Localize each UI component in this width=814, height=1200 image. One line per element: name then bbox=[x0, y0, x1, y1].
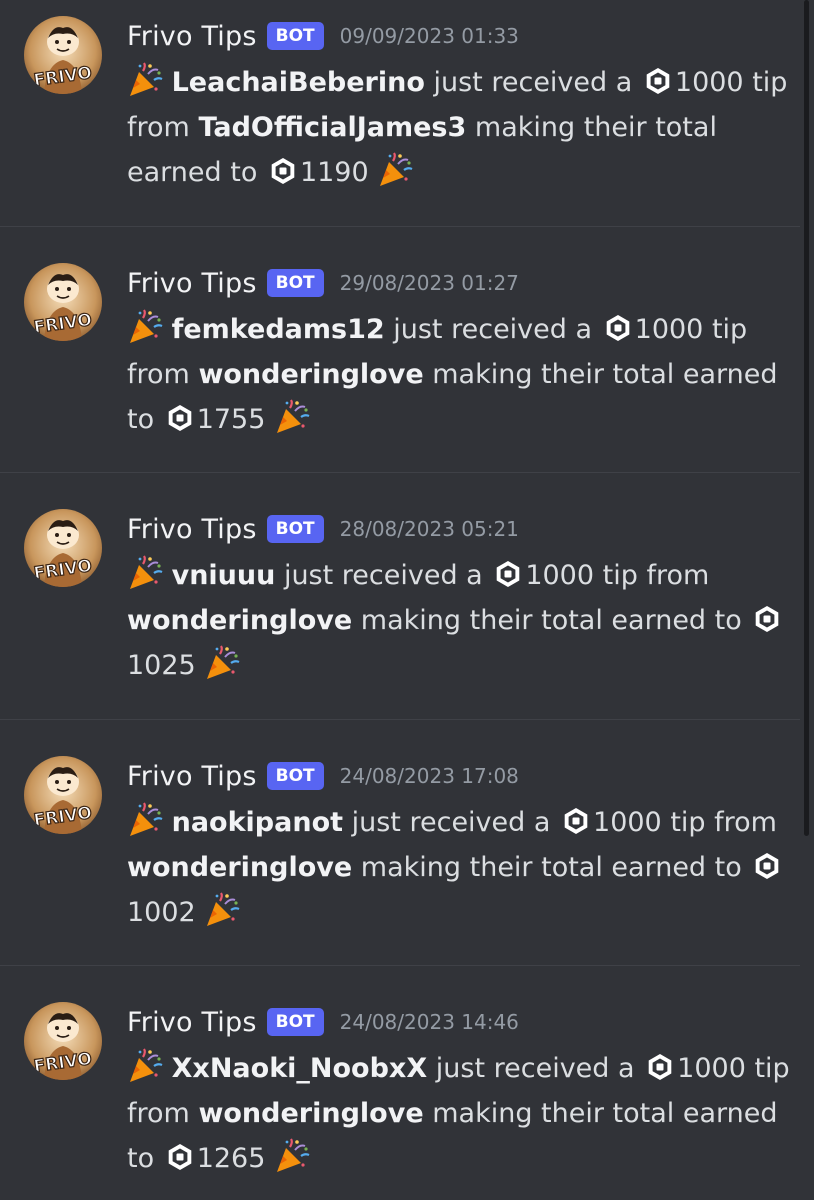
message-content: naokipanot just received a 1000 tip from… bbox=[127, 800, 797, 935]
message-content: vniuuu just received a 1000 tip from won… bbox=[127, 553, 797, 688]
sender-name: wonderinglove bbox=[198, 359, 424, 390]
recipient-name: femkedams12 bbox=[171, 314, 385, 345]
message-divider bbox=[0, 472, 800, 473]
sender-name: wonderinglove bbox=[127, 852, 353, 883]
author-name[interactable]: Frivo Tips bbox=[127, 1007, 257, 1038]
author-name[interactable]: Frivo Tips bbox=[127, 761, 257, 792]
scrollbar[interactable] bbox=[804, 0, 809, 836]
total-amount: 1002 bbox=[127, 897, 196, 928]
frivo-avatar-icon[interactable]: FRIVO bbox=[24, 16, 102, 94]
recipient-name: naokipanot bbox=[171, 807, 344, 838]
bot-tag: BOT bbox=[266, 1008, 324, 1036]
tip-amount: 1000 bbox=[593, 807, 662, 838]
author-name[interactable]: Frivo Tips bbox=[127, 514, 257, 545]
robux-icon bbox=[645, 1051, 675, 1081]
frivo-avatar-icon[interactable]: FRIVO bbox=[24, 756, 102, 834]
recipient-name: XxNaoki_NoobxX bbox=[171, 1053, 428, 1084]
message-content: femkedams12 just received a 1000 tip fro… bbox=[127, 307, 797, 442]
tip-from-text: tip from bbox=[670, 807, 777, 838]
party-popper-icon bbox=[127, 555, 163, 591]
received-text: just received a bbox=[351, 807, 551, 838]
frivo-avatar-icon[interactable]: FRIVO bbox=[24, 263, 102, 341]
robux-icon bbox=[165, 402, 195, 432]
tip-from-text: tip from bbox=[602, 560, 710, 591]
bot-tag: BOT bbox=[266, 269, 324, 297]
message-feed: FRIVO Frivo Tips BOT 09/09/2023 01:33 Leach… bbox=[0, 0, 814, 1200]
robux-icon bbox=[643, 65, 673, 95]
tip-amount: 1000 bbox=[674, 67, 744, 98]
received-text: just received a bbox=[283, 560, 483, 591]
tip-amount: 1000 bbox=[677, 1053, 746, 1084]
robux-icon bbox=[752, 850, 782, 880]
timestamp: 09/09/2023 01:33 bbox=[339, 24, 519, 48]
sender-name: wonderinglove bbox=[198, 1098, 424, 1129]
sender-name: wonderinglove bbox=[127, 605, 353, 636]
message-content: LeachaiBeberino just received a 1000 tip… bbox=[127, 60, 797, 195]
party-popper-icon bbox=[274, 399, 310, 435]
total-earned-text: making their total earned to bbox=[360, 852, 742, 883]
message-header: Frivo Tips BOT 24/08/2023 17:08 bbox=[127, 758, 519, 794]
recipient-name: LeachaiBeberino bbox=[171, 67, 425, 98]
robux-icon bbox=[603, 312, 633, 342]
sender-name: TadOfficialJames3 bbox=[198, 112, 467, 143]
robux-icon bbox=[752, 603, 782, 633]
robux-icon bbox=[561, 805, 591, 835]
tip-amount: 1000 bbox=[634, 314, 704, 345]
received-text: just received a bbox=[393, 314, 593, 345]
bot-tag: BOT bbox=[266, 22, 324, 50]
message-header: Frivo Tips BOT 29/08/2023 01:27 bbox=[127, 265, 519, 301]
message: FRIVO Frivo Tips BOT 28/08/2023 05:21 vniuu… bbox=[0, 493, 800, 739]
message-header: Frivo Tips BOT 24/08/2023 14:46 bbox=[127, 1004, 519, 1040]
party-popper-icon bbox=[204, 892, 240, 928]
bot-tag: BOT bbox=[266, 515, 324, 543]
message-header: Frivo Tips BOT 28/08/2023 05:21 bbox=[127, 511, 519, 547]
total-earned-text: making their total earned to bbox=[360, 605, 742, 636]
recipient-name: vniuuu bbox=[171, 560, 276, 591]
message-divider bbox=[0, 226, 800, 227]
party-popper-icon bbox=[127, 62, 163, 98]
timestamp: 24/08/2023 14:46 bbox=[339, 1010, 519, 1034]
timestamp: 28/08/2023 05:21 bbox=[339, 517, 519, 541]
message: FRIVO Frivo Tips BOT 29/08/2023 01:27 femke… bbox=[0, 247, 800, 493]
author-name[interactable]: Frivo Tips bbox=[127, 268, 257, 299]
timestamp: 24/08/2023 17:08 bbox=[339, 764, 519, 788]
party-popper-icon bbox=[127, 802, 163, 838]
robux-icon bbox=[268, 155, 298, 185]
bot-tag: BOT bbox=[266, 762, 324, 790]
message-header: Frivo Tips BOT 09/09/2023 01:33 bbox=[127, 18, 519, 54]
message-divider bbox=[0, 965, 800, 966]
total-amount: 1755 bbox=[196, 404, 266, 435]
frivo-avatar-icon[interactable]: FRIVO bbox=[24, 509, 102, 587]
timestamp: 29/08/2023 01:27 bbox=[339, 271, 519, 295]
message: FRIVO Frivo Tips BOT 09/09/2023 01:33 Leach… bbox=[0, 0, 800, 246]
total-amount: 1190 bbox=[299, 157, 369, 188]
party-popper-icon bbox=[127, 1048, 163, 1084]
total-amount: 1265 bbox=[196, 1143, 266, 1174]
robux-icon bbox=[165, 1141, 195, 1171]
message: FRIVO Frivo Tips BOT 24/08/2023 17:08 naoki… bbox=[0, 740, 800, 986]
robux-icon bbox=[493, 558, 523, 588]
party-popper-icon bbox=[127, 309, 163, 345]
author-name[interactable]: Frivo Tips bbox=[127, 21, 257, 52]
message-divider bbox=[0, 719, 800, 720]
total-amount: 1025 bbox=[127, 650, 196, 681]
party-popper-icon bbox=[377, 152, 413, 188]
frivo-avatar-icon[interactable]: FRIVO bbox=[24, 1002, 102, 1080]
message: FRIVO Frivo Tips BOT 24/08/2023 14:46 XxNao… bbox=[0, 986, 800, 1200]
message-content: XxNaoki_NoobxX just received a 1000 tip … bbox=[127, 1046, 797, 1181]
party-popper-icon bbox=[274, 1138, 310, 1174]
received-text: just received a bbox=[435, 1053, 635, 1084]
tip-amount: 1000 bbox=[525, 560, 595, 591]
party-popper-icon bbox=[204, 645, 240, 681]
received-text: just received a bbox=[433, 67, 633, 98]
